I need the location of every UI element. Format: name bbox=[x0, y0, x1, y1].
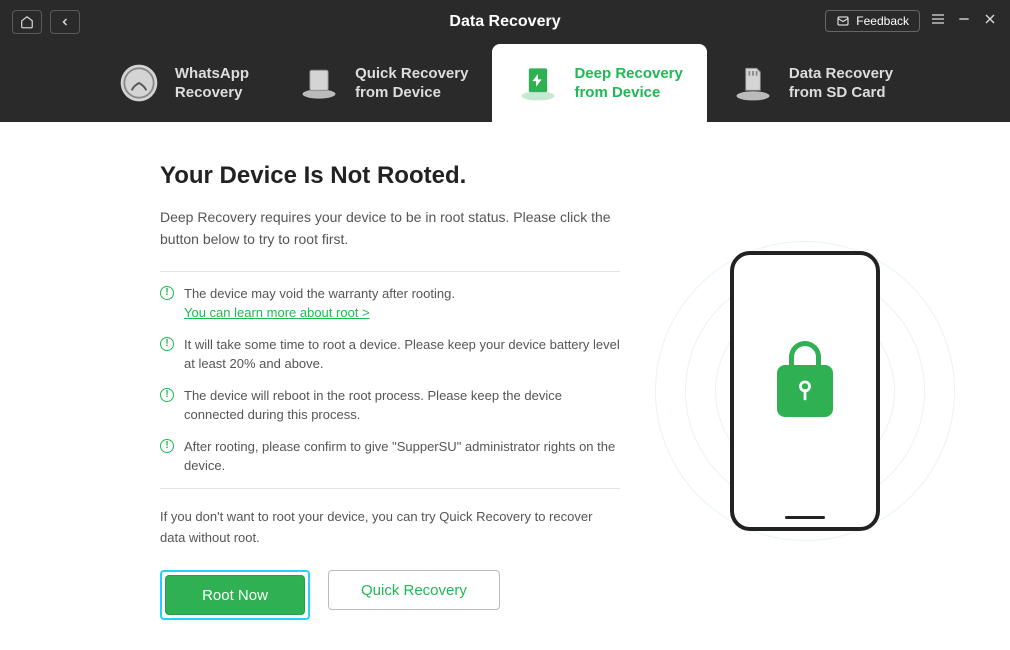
alt-recovery-text: If you don't want to root your device, y… bbox=[160, 507, 620, 549]
whatsapp-icon bbox=[117, 61, 161, 105]
warning-icon: ! bbox=[160, 439, 174, 453]
tab-label-line1: Quick Recovery bbox=[355, 64, 468, 84]
tab-label-line2: Recovery bbox=[175, 83, 249, 103]
close-button[interactable] bbox=[982, 11, 998, 31]
button-row: Root Now Quick Recovery bbox=[160, 570, 620, 620]
divider bbox=[160, 488, 620, 489]
titlebar: Data Recovery Feedback bbox=[0, 0, 1010, 44]
page-heading: Your Device Is Not Rooted. bbox=[160, 162, 620, 190]
warning-item: ! After rooting, please confirm to give … bbox=[160, 437, 620, 476]
tab-label-line2: from SD Card bbox=[789, 83, 893, 103]
tab-label-line1: Deep Recovery bbox=[574, 64, 682, 84]
divider bbox=[160, 271, 620, 272]
left-pane: Your Device Is Not Rooted. Deep Recovery… bbox=[160, 162, 620, 620]
tab-label-line1: Data Recovery bbox=[789, 64, 893, 84]
warning-icon: ! bbox=[160, 286, 174, 300]
learn-more-link[interactable]: You can learn more about root > bbox=[184, 303, 370, 323]
warning-text: After rooting, please confirm to give "S… bbox=[184, 437, 620, 476]
phone-illustration bbox=[730, 251, 880, 531]
mail-icon bbox=[836, 15, 850, 27]
tab-deep-recovery[interactable]: Deep Recovery from Device bbox=[492, 44, 706, 122]
quick-recovery-button[interactable]: Quick Recovery bbox=[328, 570, 500, 610]
warning-text: The device may void the warranty after r… bbox=[184, 286, 455, 301]
header: Data Recovery Feedback WhatsApp bbox=[0, 0, 1010, 122]
warning-item: ! The device will reboot in the root pro… bbox=[160, 386, 620, 425]
device-deep-icon bbox=[516, 61, 560, 105]
root-now-highlight: Root Now bbox=[160, 570, 310, 620]
window-title: Data Recovery bbox=[449, 13, 560, 31]
tab-whatsapp-recovery[interactable]: WhatsApp Recovery bbox=[93, 44, 273, 122]
sd-card-icon bbox=[731, 61, 775, 105]
tab-label-line2: from Device bbox=[355, 83, 468, 103]
tabs: WhatsApp Recovery Quick Recovery from De… bbox=[0, 44, 1010, 122]
tab-sd-recovery[interactable]: Data Recovery from SD Card bbox=[707, 44, 917, 122]
feedback-label: Feedback bbox=[856, 14, 909, 28]
tab-quick-recovery[interactable]: Quick Recovery from Device bbox=[273, 44, 492, 122]
warning-text: The device will reboot in the root proce… bbox=[184, 386, 620, 425]
root-now-button[interactable]: Root Now bbox=[165, 575, 305, 615]
home-button[interactable] bbox=[12, 10, 42, 34]
warning-icon: ! bbox=[160, 337, 174, 351]
device-quick-icon bbox=[297, 61, 341, 105]
warning-item: ! It will take some time to root a devic… bbox=[160, 335, 620, 374]
tab-label-line1: WhatsApp bbox=[175, 64, 249, 84]
content: Your Device Is Not Rooted. Deep Recovery… bbox=[0, 122, 1010, 650]
feedback-button[interactable]: Feedback bbox=[825, 10, 920, 32]
warning-text: It will take some time to root a device.… bbox=[184, 335, 620, 374]
back-button[interactable] bbox=[50, 10, 80, 34]
menu-button[interactable] bbox=[930, 11, 946, 31]
right-pane bbox=[660, 162, 950, 620]
tab-label-line2: from Device bbox=[574, 83, 682, 103]
warning-item: ! The device may void the warranty after… bbox=[160, 284, 620, 323]
page-description: Deep Recovery requires your device to be… bbox=[160, 206, 620, 251]
warning-icon: ! bbox=[160, 388, 174, 402]
minimize-button[interactable] bbox=[956, 11, 972, 31]
lock-icon bbox=[777, 365, 833, 417]
